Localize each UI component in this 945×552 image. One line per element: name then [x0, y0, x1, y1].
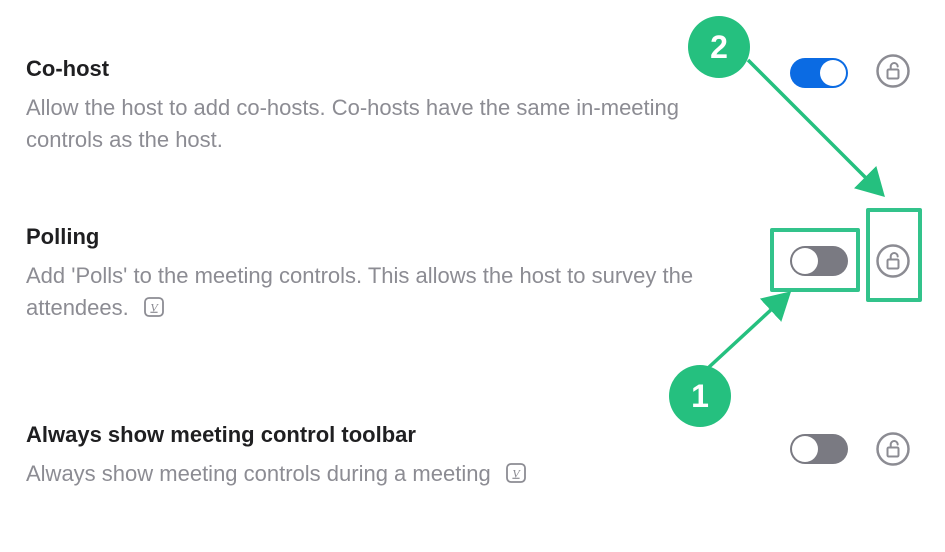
- info-icon[interactable]: V: [505, 461, 527, 493]
- setting-title: Polling: [26, 224, 746, 250]
- lock-button-cohost[interactable]: [876, 54, 910, 88]
- annotation-marker-1: 1: [669, 365, 731, 427]
- setting-description: Allow the host to add co-hosts. Co-hosts…: [26, 92, 746, 156]
- lock-button-polling[interactable]: [876, 244, 910, 278]
- setting-title: Always show meeting control toolbar: [26, 422, 746, 448]
- toggle-cohost[interactable]: [790, 58, 848, 88]
- toggle-knob: [792, 248, 818, 274]
- lock-button-toolbar[interactable]: [876, 432, 910, 466]
- toggle-knob: [792, 436, 818, 462]
- setting-description-text: Add 'Polls' to the meeting controls. Thi…: [26, 263, 693, 320]
- toggle-toolbar[interactable]: [790, 434, 848, 464]
- info-icon[interactable]: V: [143, 295, 165, 327]
- setting-title: Co-host: [26, 56, 746, 82]
- unlock-icon: [876, 54, 910, 88]
- unlock-icon: [876, 244, 910, 278]
- toggle-polling[interactable]: [790, 246, 848, 276]
- settings-panel: Co-host Allow the host to add co-hosts. …: [0, 0, 945, 552]
- setting-description-text: Always show meeting controls during a me…: [26, 461, 491, 486]
- setting-description: Add 'Polls' to the meeting controls. Thi…: [26, 260, 746, 325]
- toggle-knob: [820, 60, 846, 86]
- setting-description: Always show meeting controls during a me…: [26, 458, 746, 491]
- unlock-icon: [876, 432, 910, 466]
